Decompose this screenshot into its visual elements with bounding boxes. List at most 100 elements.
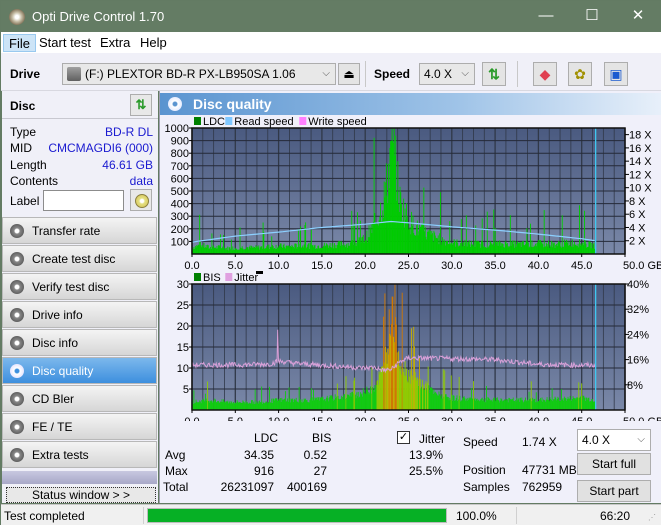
settings-icon: ✿ bbox=[574, 66, 586, 82]
disc-icon bbox=[10, 392, 24, 406]
label-input[interactable] bbox=[43, 190, 124, 211]
nav-disc-info[interactable]: Disc info bbox=[2, 329, 157, 356]
speed-label: Speed bbox=[463, 435, 498, 449]
nav-cd-bler[interactable]: CD Bler bbox=[2, 385, 157, 412]
total-bis: 400169 bbox=[286, 480, 327, 494]
title-bar: Opti Drive Control 1.70 — ☐ ✕ bbox=[1, 1, 661, 32]
avg-bis: 0.52 bbox=[303, 448, 327, 462]
avg-label: Avg bbox=[165, 448, 186, 462]
app-disc-icon bbox=[9, 9, 25, 25]
speed-select[interactable]: 4.0 X ⌵ bbox=[419, 63, 475, 85]
speed-value: 1.74 X bbox=[522, 435, 557, 449]
disc-icon bbox=[10, 336, 24, 350]
app-window: Opti Drive Control 1.70 — ☐ ✕ File Start… bbox=[0, 0, 661, 525]
menu-extra[interactable]: Extra bbox=[95, 34, 135, 52]
y2-tick-label: 8% bbox=[627, 380, 643, 392]
disc-icon bbox=[10, 308, 24, 322]
chevron-down-icon: ⌵ bbox=[322, 68, 330, 79]
y-tick-label: 30 bbox=[177, 279, 189, 291]
close-button[interactable]: ✕ bbox=[623, 5, 653, 27]
total-label: Total bbox=[163, 480, 189, 494]
y2-tick-label: 14 X bbox=[629, 156, 652, 168]
y-tick-label: 400 bbox=[171, 199, 189, 211]
y-tick-label: 700 bbox=[171, 161, 189, 173]
nav-label: Drive info bbox=[32, 308, 83, 322]
x-tick-label: 35.0 bbox=[484, 416, 505, 421]
eject-icon: ⏏ bbox=[343, 67, 355, 81]
avg-jitter: 13.9% bbox=[408, 448, 443, 462]
max-ldc: 916 bbox=[253, 464, 274, 478]
refresh-icon: ⇅ bbox=[488, 66, 500, 82]
disc-quality-panel: Disc quality 100 200 300 400 500 600 700 800 900… bbox=[159, 91, 661, 503]
y-tick-label: 10 bbox=[177, 363, 189, 375]
chevron-down-icon: ⌵ bbox=[637, 434, 645, 445]
menu-file[interactable]: File bbox=[3, 34, 36, 52]
menu-bar: File Start test Extra Help bbox=[1, 32, 661, 53]
y2-tick-label: 32% bbox=[627, 304, 649, 316]
status-bar: Test completed 100.0% 66:20 ⋰ bbox=[1, 504, 661, 525]
y2-tick-label: 24% bbox=[627, 329, 649, 341]
drive-select[interactable]: (F:) PLEXTOR BD-R PX-LB950SA 1.06 ⌵ bbox=[62, 63, 336, 85]
nav-label: Verify test disc bbox=[32, 280, 110, 294]
status-window-button[interactable]: Status window > > bbox=[6, 487, 156, 503]
x-tick-label: 45.0 bbox=[571, 416, 592, 421]
x-tick-label: 45.0 bbox=[571, 260, 592, 272]
menu-start-test[interactable]: Start test bbox=[34, 34, 96, 52]
minimize-button[interactable]: — bbox=[531, 5, 561, 27]
status-divider bbox=[143, 507, 144, 524]
start-full-button[interactable]: Start full bbox=[577, 453, 651, 475]
disc-refresh-button[interactable]: ⇅ bbox=[130, 94, 152, 116]
speed-label: Speed bbox=[374, 67, 411, 81]
save-icon: ▣ bbox=[609, 66, 623, 82]
info-value: BD-R DL bbox=[104, 125, 153, 139]
start-part-button[interactable]: Start part bbox=[577, 480, 651, 502]
drive-select-value: (F:) PLEXTOR BD-R PX-LB950SA 1.06 bbox=[85, 67, 296, 81]
x-tick-label: 0.0 bbox=[184, 260, 199, 272]
disc-panel-header: Disc ⇅ bbox=[2, 91, 158, 119]
erase-button[interactable]: ◆ bbox=[533, 62, 557, 86]
jitter-checkbox[interactable]: ✓ bbox=[397, 431, 410, 444]
menu-help[interactable]: Help bbox=[135, 34, 172, 52]
y-tick-label: 600 bbox=[171, 173, 189, 185]
nav-extra-tests[interactable]: Extra tests bbox=[2, 441, 157, 468]
disc-icon bbox=[10, 364, 24, 378]
refresh-button[interactable]: ⇅ bbox=[482, 62, 506, 86]
nav-transfer-rate[interactable]: Transfer rate bbox=[2, 217, 157, 244]
y-tick-label: 1000 bbox=[165, 123, 189, 135]
nav-disc-quality[interactable]: Disc quality bbox=[2, 357, 157, 384]
nav-verify-test-disc[interactable]: Verify test disc bbox=[2, 273, 157, 300]
x-tick-label: 0.0 bbox=[184, 416, 199, 421]
x-tick-label: 15.0 bbox=[311, 260, 332, 272]
nav-label: Create test disc bbox=[32, 252, 116, 266]
disc-icon bbox=[10, 448, 24, 462]
nav-fe-te[interactable]: FE / TE bbox=[2, 413, 157, 440]
save-button[interactable]: ▣ bbox=[604, 62, 628, 86]
max-label: Max bbox=[165, 464, 188, 478]
y2-tick-label: 2 X bbox=[629, 236, 646, 248]
drive-icon bbox=[67, 67, 81, 81]
nav-drive-info[interactable]: Drive info bbox=[2, 301, 157, 328]
y-tick-label: 200 bbox=[171, 224, 189, 236]
max-jitter: 25.5% bbox=[408, 464, 443, 478]
legend-swatch bbox=[225, 273, 233, 281]
eject-button[interactable]: ⏏ bbox=[338, 63, 360, 85]
x-tick-label: 30.0 bbox=[441, 416, 462, 421]
max-bis: 27 bbox=[313, 464, 327, 478]
maximize-button[interactable]: ☐ bbox=[577, 5, 607, 27]
y2-tick-label: 40% bbox=[627, 279, 649, 291]
label-button[interactable] bbox=[130, 189, 152, 211]
disc-info-type: Type BD-R DL bbox=[10, 125, 153, 141]
legend-label: Jitter bbox=[234, 272, 258, 284]
eraser-icon: ◆ bbox=[539, 66, 551, 82]
test-speed-select[interactable]: 4.0 X ⌵ bbox=[577, 429, 651, 451]
disc-info-length: Length 46.61 GB bbox=[10, 158, 153, 174]
toolbar: Drive (F:) PLEXTOR BD-R PX-LB950SA 1.06 … bbox=[1, 53, 661, 91]
y-tick-label: 800 bbox=[171, 148, 189, 160]
y-tick-label: 15 bbox=[177, 342, 189, 354]
nav-create-test-disc[interactable]: Create test disc bbox=[2, 245, 157, 272]
x-tick-label: 25.0 bbox=[398, 416, 419, 421]
info-key: Contents bbox=[10, 174, 59, 188]
info-key: MID bbox=[10, 141, 32, 155]
settings-button[interactable]: ✿ bbox=[568, 62, 592, 86]
resize-grip-icon[interactable]: ⋰ bbox=[648, 513, 656, 522]
